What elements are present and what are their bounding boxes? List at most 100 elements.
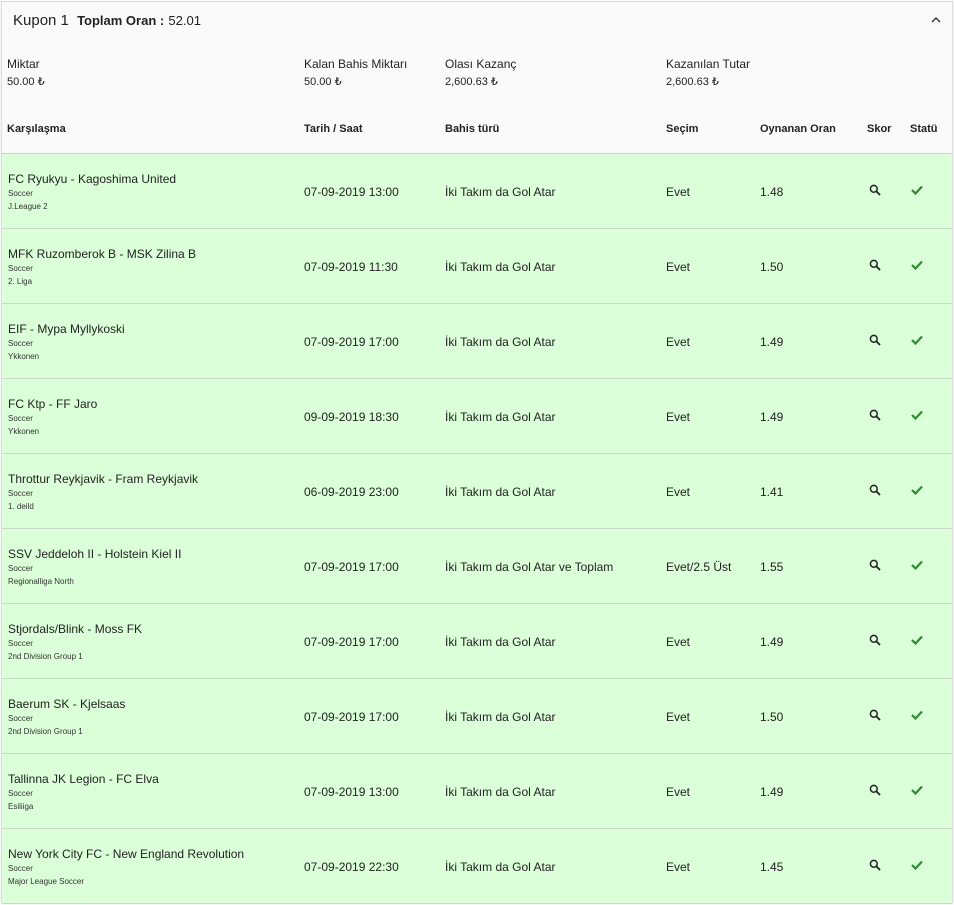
match-name: MFK Ruzomberok B - MSK Zilina B [8,247,197,261]
checkmark-icon [911,560,923,570]
sport-name: Soccer [8,564,33,573]
match-name: SSV Jeddeloh II - Holstein Kiel II [8,547,182,561]
selection: Evet [666,785,691,799]
match-name: Stjordals/Blink - Moss FK [8,622,143,636]
won-amount-value: 2,600.63 ₺ [666,76,719,88]
league-name: 2nd Division Group 1 [8,727,83,736]
checkmark-icon [911,485,923,495]
league-name: 2nd Division Group 1 [8,652,83,661]
column-header-selection: Seçim [666,123,699,135]
match-name: New York City FC - New England Revolutio… [8,847,245,861]
checkmark-icon [911,410,923,420]
coupon-title: Kupon 1 Toplam Oran : 52.01 [13,12,201,29]
table-row: SSV Jeddeloh II - Holstein Kiel II Socce… [2,529,952,604]
table-row: Throttur Reykjavik - Fram Reykjavik Socc… [2,454,952,529]
sport-name: Soccer [8,864,33,873]
match-datetime: 09-09-2019 18:30 [304,410,399,424]
search-icon[interactable] [869,634,881,646]
selection: Evet [666,860,691,874]
odds: 1.55 [760,560,784,574]
match-datetime: 07-09-2019 11:30 [304,260,398,274]
selection: Evet [666,410,691,424]
odds: 1.49 [760,410,784,424]
league-name: 1. deild [8,502,34,511]
odds: 1.48 [760,185,784,199]
selection: Evet [666,260,691,274]
total-odds-value: 52.01 [168,13,201,28]
match-datetime: 07-09-2019 17:00 [304,335,399,349]
column-header-match: Karşılaşma [7,123,66,135]
potential-win-label: Olası Kazanç [445,57,517,71]
bet-rows: FC Ryukyu - Kagoshima United Soccer J.Le… [2,154,952,904]
sport-name: Soccer [8,489,33,498]
match-name: EIF - Mypa Myllykoski [8,322,125,336]
table-row: New York City FC - New England Revolutio… [2,829,952,904]
selection: Evet [666,185,691,199]
match-datetime: 07-09-2019 13:00 [304,785,399,799]
won-amount-label: Kazanılan Tutar [666,57,751,71]
match-name: Throttur Reykjavik - Fram Reykjavik [8,472,199,486]
league-name: Esiliiga [8,802,34,811]
search-icon[interactable] [869,559,881,571]
table-row: Baerum SK - Kjelsaas Soccer 2nd Division… [2,679,952,754]
odds: 1.49 [760,335,784,349]
bet-type: İki Takım da Gol Atar ve Toplam [445,560,614,574]
sport-name: Soccer [8,414,33,423]
bet-type: İki Takım da Gol Atar [445,710,556,724]
match-name: FC Ktp - FF Jaro [8,397,98,411]
league-name: J.League 2 [8,202,48,211]
selection: Evet [666,635,691,649]
bet-type: İki Takım da Gol Atar [445,785,556,799]
match-datetime: 06-09-2019 23:00 [304,485,399,499]
bet-type: İki Takım da Gol Atar [445,485,556,499]
checkmark-icon [911,635,923,645]
search-icon[interactable] [869,709,881,721]
table-row: Stjordals/Blink - Moss FK Soccer 2nd Div… [2,604,952,679]
match-datetime: 07-09-2019 17:00 [304,560,399,574]
column-header-score: Skor [867,123,892,135]
odds: 1.45 [760,860,784,874]
search-icon[interactable] [869,409,881,421]
sport-name: Soccer [8,714,33,723]
odds: 1.50 [760,260,784,274]
search-icon[interactable] [869,334,881,346]
odds: 1.50 [760,710,784,724]
selection: Evet [666,485,691,499]
bet-type: İki Takım da Gol Atar [445,185,556,199]
selection: Evet [666,710,691,724]
bet-type: İki Takım da Gol Atar [445,860,556,874]
table-row: FC Ktp - FF Jaro Soccer Ykkonen 09-09-20… [2,379,952,454]
checkmark-icon [911,185,923,195]
chevron-up-icon[interactable] [928,12,944,28]
search-icon[interactable] [869,784,881,796]
odds: 1.41 [760,485,784,499]
search-icon[interactable] [869,484,881,496]
bet-type: İki Takım da Gol Atar [445,410,556,424]
league-name: Major League Soccer [8,877,85,886]
search-icon[interactable] [869,859,881,871]
sport-name: Soccer [8,339,33,348]
column-header-datetime: Tarih / Saat [304,123,363,135]
search-icon[interactable] [869,259,881,271]
sport-name: Soccer [8,264,33,273]
table-row: MFK Ruzomberok B - MSK Zilina B Soccer 2… [2,229,952,304]
league-name: 2. Liga [8,277,33,286]
remaining-stake-label: Kalan Bahis Miktarı [304,57,408,71]
column-header-status: Statü [910,123,938,135]
match-datetime: 07-09-2019 22:30 [304,860,399,874]
checkmark-icon [911,860,923,870]
column-header-odds: Oynanan Oran [760,123,836,135]
league-name: Ykkonen [8,352,40,361]
match-datetime: 07-09-2019 17:00 [304,710,399,724]
search-icon[interactable] [869,184,881,196]
selection: Evet [666,335,691,349]
sport-name: Soccer [8,189,33,198]
checkmark-icon [911,260,923,270]
total-odds-label: Toplam Oran : [77,13,165,28]
match-name: Tallinna JK Legion - FC Elva [8,772,159,786]
potential-win-value: 2,600.63 ₺ [445,76,498,88]
match-name: Baerum SK - Kjelsaas [8,697,126,711]
column-header-bet-type: Bahis türü [445,123,500,135]
coupon-header[interactable]: Kupon 1 Toplam Oran : 52.01 [2,2,952,42]
table-row: FC Ryukyu - Kagoshima United Soccer J.Le… [2,154,952,229]
